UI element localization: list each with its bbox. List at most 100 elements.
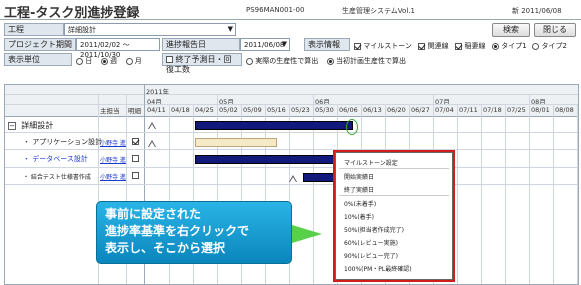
- row-divider: [5, 149, 578, 150]
- week-label: 08/08: [555, 106, 574, 114]
- option-type2[interactable]: タイプ2: [532, 42, 567, 50]
- menu-divider: [339, 195, 449, 196]
- process-select[interactable]: 詳細設計 ▼: [64, 23, 236, 36]
- week-label: 07/25: [507, 106, 526, 114]
- week-label: 06/27: [411, 106, 430, 114]
- detail-checkbox[interactable]: [132, 155, 139, 162]
- option-actual-productivity[interactable]: 実際の生産性で算出: [246, 57, 318, 65]
- context-menu: マイルストーン設定 開始実績日 終了実績日 0%(未着手) 10%(着手) 50…: [335, 152, 453, 280]
- menu-item-progress-100[interactable]: 100%(PM・PL最終確認): [344, 264, 412, 273]
- radio-icon[interactable]: [125, 57, 133, 65]
- system-name: 生産管理システムVol.1: [342, 7, 415, 15]
- option-day[interactable]: 日: [76, 57, 92, 65]
- radio-icon[interactable]: [100, 57, 108, 65]
- week-label: 06/13: [363, 106, 382, 114]
- option-week[interactable]: 週: [100, 57, 117, 65]
- owner-link[interactable]: 小野寺 進: [100, 155, 126, 164]
- tree-row-db-design[interactable]: ・ データベース設計: [23, 154, 88, 164]
- option-planned-productivity[interactable]: 当初計画生産性で算出: [326, 57, 406, 65]
- week-label: 05/23: [291, 106, 310, 114]
- page-title: 工程-タスク別進捗登録: [4, 6, 140, 21]
- project-period-label: プロジェクト期間: [4, 38, 76, 51]
- checkbox-icon[interactable]: [455, 42, 463, 50]
- radio-icon[interactable]: [246, 57, 253, 65]
- owner-link[interactable]: 小野寺 進: [100, 172, 126, 181]
- option-lightning-line[interactable]: 稲妻線: [455, 42, 485, 50]
- radio-icon[interactable]: [326, 57, 334, 65]
- menu-item-progress-90[interactable]: 90%(レビュー完了): [344, 251, 398, 260]
- menu-item-progress-50[interactable]: 50%(担当者作成完了): [344, 225, 404, 234]
- display-info-options: マイルストーン 関連線 稲妻線 タイプ1 タイプ2: [354, 41, 567, 51]
- week-label: 05/16: [267, 106, 286, 114]
- collapse-icon[interactable]: −: [8, 122, 16, 130]
- program-id: PS96MAN001-00: [246, 6, 305, 14]
- process-value: 詳細設計: [68, 26, 96, 34]
- menu-item-milestone[interactable]: マイルストーン設定: [344, 158, 398, 167]
- calc-option-forecast[interactable]: 終了予測日・回復工数: [162, 53, 242, 74]
- option-type1[interactable]: タイプ1: [492, 42, 527, 50]
- gantt-bar-detail-design[interactable]: [195, 121, 353, 130]
- radio-icon[interactable]: [532, 42, 540, 50]
- project-period-value: 2011/02/02 ～ 2011/10/30: [76, 38, 160, 59]
- menu-divider: [339, 168, 449, 169]
- chevron-down-icon: ▼: [227, 25, 233, 33]
- menu-item-progress-10[interactable]: 10%(着手): [344, 212, 374, 221]
- progress-report-date-select[interactable]: 2011/06/08 ▼: [240, 38, 290, 51]
- progress-line-marker: [346, 119, 358, 135]
- week-label: 04/25: [195, 106, 214, 114]
- display-info-label: 表示情報: [304, 38, 350, 51]
- row-divider: [5, 167, 578, 168]
- callout-line-3: 表示し、そこから選択: [105, 241, 226, 255]
- close-button[interactable]: 閉じる: [534, 23, 576, 37]
- menu-item-progress-60[interactable]: 60%(レビュー実施): [344, 238, 398, 247]
- menu-item-progress-0[interactable]: 0%(未着手): [344, 199, 376, 208]
- milestone-marker[interactable]: [289, 175, 297, 182]
- row-divider: [5, 132, 578, 133]
- menu-item-end-date[interactable]: 終了実績日: [344, 185, 374, 194]
- menu-item-start-date[interactable]: 開始実績日: [344, 172, 374, 181]
- week-label: 07/18: [483, 106, 502, 114]
- week-label: 05/09: [243, 106, 262, 114]
- detail-checkbox[interactable]: [132, 138, 139, 145]
- progress-report-date-value: 2011/06/08: [244, 41, 285, 49]
- milestone-marker[interactable]: [148, 122, 156, 129]
- checkbox-icon[interactable]: [354, 42, 361, 50]
- callout-box: 事前に設定された 進捗率基準を右クリックで 表示し、そこから選択: [96, 201, 292, 264]
- tree-row-app-design[interactable]: ・ アプリケーション設計: [23, 137, 102, 147]
- gantt-bar-db-design[interactable]: [195, 155, 347, 164]
- col-header-owner: 主担当: [100, 107, 120, 115]
- row-divider: [5, 184, 578, 185]
- gantt-bar-test-spec[interactable]: [303, 173, 339, 182]
- col-header-detail: 明細: [128, 107, 141, 115]
- owner-link[interactable]: 小野寺 進: [100, 138, 126, 147]
- week-label: 04/18: [171, 106, 190, 114]
- week-label: 06/06: [339, 106, 358, 114]
- tree-row-test-spec[interactable]: ・ 結合テスト仕様書作成: [23, 172, 91, 181]
- checkbox-icon[interactable]: [166, 56, 173, 63]
- callout-line-1: 事前に設定された: [105, 207, 202, 221]
- radio-icon[interactable]: [492, 42, 499, 50]
- current-date: 新 2011/06/08: [512, 7, 562, 15]
- checkbox-icon[interactable]: [418, 42, 426, 50]
- milestone-marker[interactable]: [148, 140, 156, 147]
- radio-icon[interactable]: [76, 57, 83, 65]
- callout-line-2: 進捗率基準を右クリックで: [105, 224, 250, 238]
- option-milestone[interactable]: マイルストーン: [354, 42, 412, 50]
- week-label: 08/01: [531, 106, 550, 114]
- display-unit-options: 日 週 月: [76, 56, 142, 66]
- header-divider: [5, 104, 578, 105]
- tree-row-detail-design[interactable]: − 詳細設計: [8, 120, 53, 131]
- week-label: 06/20: [387, 106, 406, 114]
- gantt-bar-app-design-plan[interactable]: [195, 138, 277, 147]
- display-unit-label: 表示単位: [4, 53, 72, 66]
- option-month[interactable]: 月: [125, 57, 142, 65]
- detail-checkbox[interactable]: [132, 172, 139, 179]
- calc-method-options: 実際の生産性で算出 当初計画生産性で算出: [246, 56, 406, 66]
- week-label: 05/02: [219, 106, 238, 114]
- header-divider: [5, 94, 578, 95]
- search-button[interactable]: 検索: [492, 23, 530, 37]
- progress-report-date-label: 進捗報告日: [162, 38, 240, 51]
- week-label: 07/04: [435, 106, 454, 114]
- week-label: 04/11: [147, 106, 166, 114]
- option-relation-line[interactable]: 関連線: [418, 42, 449, 50]
